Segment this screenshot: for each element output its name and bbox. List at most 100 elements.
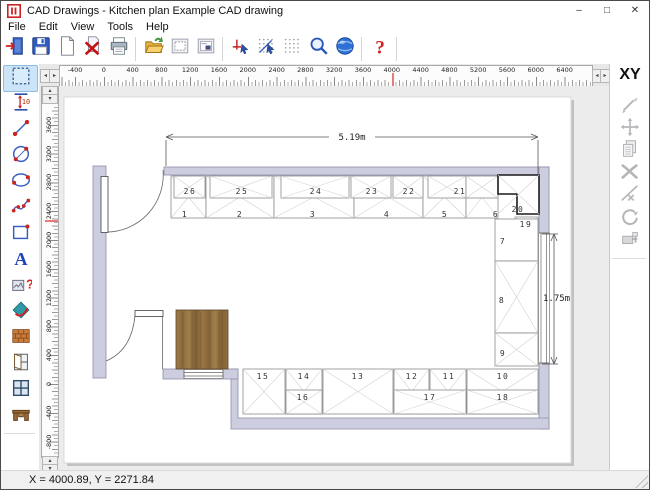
tool-button-copy[interactable] xyxy=(617,141,643,162)
dimension-label: 5.19m xyxy=(338,133,365,143)
toolbar-button-exit-door[interactable] xyxy=(2,36,27,62)
save-icon xyxy=(30,35,52,62)
menu-item-file[interactable]: File xyxy=(2,21,32,33)
canvas-viewport[interactable]: 1234562625242322212019789151413121110161… xyxy=(59,86,609,470)
toolbar-button-zoom[interactable] xyxy=(306,36,331,62)
scroll-down-button[interactable]: ▾ xyxy=(42,94,58,104)
cabinet-blank[interactable] xyxy=(466,176,498,198)
toolbar-button-snap-to-grid[interactable] xyxy=(280,36,305,62)
cabinet-number-23: 23 xyxy=(366,187,379,196)
cabinet-number-26: 26 xyxy=(184,187,197,196)
cabinet-number-14: 14 xyxy=(298,372,311,381)
tool-button-draw[interactable] xyxy=(617,96,643,117)
resize-grip[interactable] xyxy=(635,475,648,488)
palette-divider xyxy=(4,433,35,434)
ruler-label: 6400 xyxy=(556,66,573,74)
ruler-label: 3600 xyxy=(355,66,372,74)
ruler-label: -400 xyxy=(68,66,83,74)
delete-drawing-icon xyxy=(82,35,104,62)
tool-button-rectangle[interactable] xyxy=(3,221,38,248)
cabinet-number-11: 11 xyxy=(443,372,456,381)
tool-button-select[interactable] xyxy=(3,65,38,92)
tool-button-curve[interactable] xyxy=(3,195,38,222)
zoom-icon xyxy=(308,35,330,62)
cabinet-number-8: 8 xyxy=(499,296,505,305)
toolbar-button-print[interactable] xyxy=(106,36,131,62)
snap-to-grid-icon xyxy=(282,35,304,62)
tool-button-circle[interactable] xyxy=(3,143,38,170)
tool-button-trim[interactable] xyxy=(617,186,643,207)
drawing-canvas[interactable]: 1234562625242322212019789151413121110161… xyxy=(59,86,609,470)
tool-button-rotate[interactable] xyxy=(617,209,643,230)
tool-button-arrange[interactable] xyxy=(617,231,643,252)
tool-button-window[interactable] xyxy=(3,377,38,404)
tool-button-ellipse[interactable] xyxy=(3,169,38,196)
print-icon xyxy=(108,35,130,62)
vertical-ruler[interactable]: 400036003200280024002000160012008004000-… xyxy=(39,86,59,470)
window-controls: –□✕ xyxy=(565,1,649,20)
cabinet-number-9: 9 xyxy=(500,349,506,358)
toolbar-button-world[interactable] xyxy=(332,36,357,62)
cabinet-number-6: 6 xyxy=(493,210,499,219)
menu-item-edit[interactable]: Edit xyxy=(33,21,64,33)
tool-button-move[interactable] xyxy=(617,119,643,140)
cabinet-number-17: 17 xyxy=(424,393,437,402)
toolbar-button-new-drawing[interactable] xyxy=(54,36,79,62)
tool-button-casement-window[interactable] xyxy=(3,351,38,378)
cabinet-number-25: 25 xyxy=(236,187,249,196)
tool-button-text[interactable]: A xyxy=(3,247,38,274)
horizontal-ruler[interactable]: -400040080012001600200024002800320036004… xyxy=(39,64,609,86)
tool-button-furniture[interactable] xyxy=(3,403,38,430)
menu-item-help[interactable]: Help xyxy=(140,21,175,33)
ruler-label: 5200 xyxy=(470,66,487,74)
maximize-button[interactable]: □ xyxy=(593,1,621,20)
furniture[interactable] xyxy=(176,310,228,369)
menu-item-view[interactable]: View xyxy=(65,21,101,33)
tool-button-dimension[interactable]: 10 xyxy=(3,91,38,118)
close-button[interactable]: ✕ xyxy=(621,1,649,20)
svg-text:10: 10 xyxy=(21,98,29,106)
tool-button-scissors[interactable] xyxy=(617,164,643,185)
scroll-right-button[interactable]: ▸ xyxy=(49,69,60,83)
arrange-icon xyxy=(619,228,641,255)
minimize-button[interactable]: – xyxy=(565,1,593,20)
tool-button-image[interactable]: ? xyxy=(3,273,38,300)
ruler-label: 3200 xyxy=(326,66,343,74)
wooden-cabinet[interactable] xyxy=(176,310,228,369)
dimension-icon: 10 xyxy=(10,91,32,118)
print-preview-icon xyxy=(195,35,217,62)
tool-button-wall[interactable] xyxy=(3,325,38,352)
ruler-label: 1200 xyxy=(45,289,53,306)
ruler-label: 2400 xyxy=(268,66,285,74)
furniture-icon xyxy=(10,403,32,430)
cabinet-number-4: 4 xyxy=(384,210,390,219)
toolbar-button-select-entity[interactable] xyxy=(228,36,253,62)
statusbar: X = 4000.89, Y = 2271.84 xyxy=(1,470,649,489)
select-entity-icon xyxy=(230,35,252,62)
app-icon xyxy=(7,4,21,18)
toolbar-button-open-drawing[interactable] xyxy=(141,36,166,62)
toolbar-button-save[interactable] xyxy=(28,36,53,62)
toolbar-button-help[interactable]: ? xyxy=(367,36,392,62)
exit-door-icon xyxy=(4,35,26,62)
ruler-label: 800 xyxy=(155,66,167,74)
toolbar-button-delete-drawing[interactable] xyxy=(80,36,105,62)
tool-button-hatch[interactable] xyxy=(3,299,38,326)
titlebar[interactable]: CAD Drawings - Kitchen plan Example CAD … xyxy=(1,1,649,20)
ruler-label: 2800 xyxy=(45,174,53,191)
toolbar-separator xyxy=(361,37,362,61)
toolbar-button-print-preview[interactable] xyxy=(193,36,218,62)
tool-button-line[interactable] xyxy=(3,117,38,144)
cabinet-number-20: 20 xyxy=(512,205,525,214)
window-title: CAD Drawings - Kitchen plan Example CAD … xyxy=(27,5,565,17)
ruler-label: 1600 xyxy=(45,261,53,278)
menu-item-tools[interactable]: Tools xyxy=(101,21,139,33)
cabinet-number-24: 24 xyxy=(310,187,323,196)
toolbar-button-snap-to-entity[interactable] xyxy=(254,36,279,62)
toolbar-button-page-setup[interactable] xyxy=(167,36,192,62)
xy-mode-label: XY xyxy=(610,66,650,84)
cabinet-number-18: 18 xyxy=(497,393,510,402)
cabinet-number-22: 22 xyxy=(403,187,416,196)
hatch-icon xyxy=(10,299,32,326)
new-drawing-icon xyxy=(56,35,78,62)
